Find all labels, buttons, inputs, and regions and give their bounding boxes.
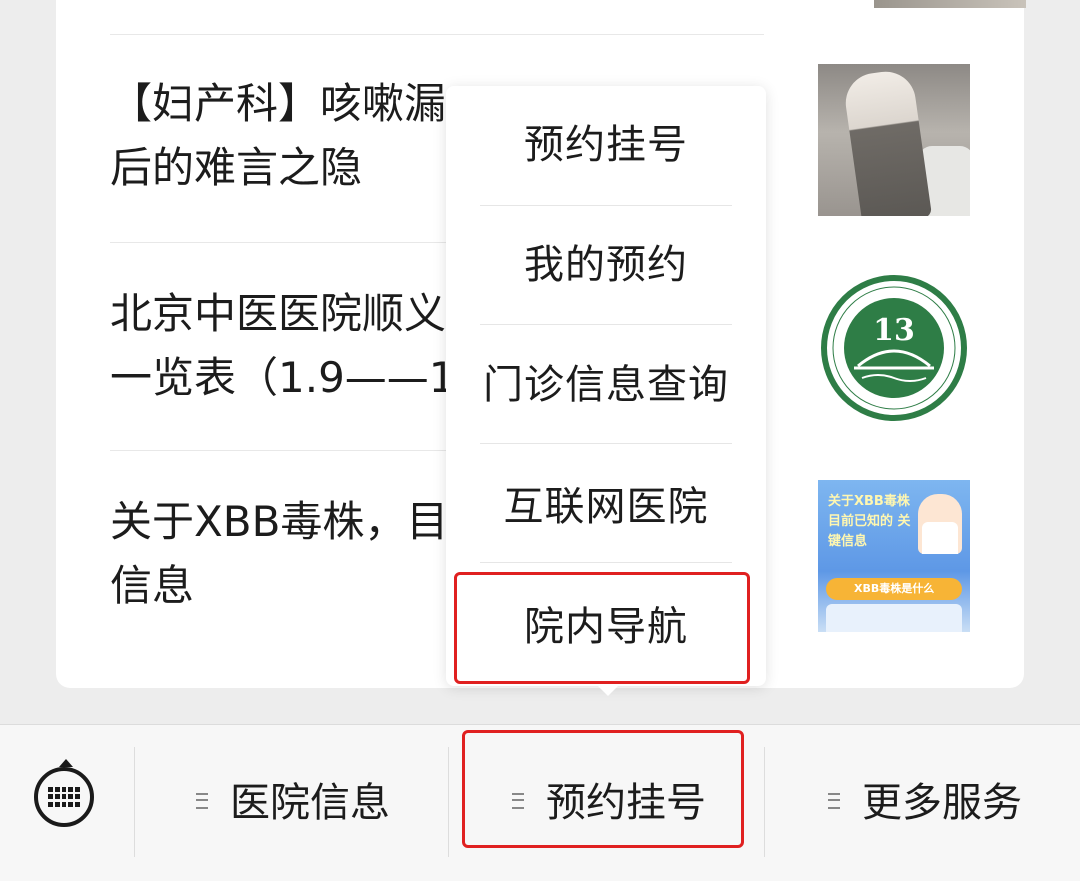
poster-title: 关于XBB毒株 目前已知的 关键信息	[828, 494, 911, 549]
tab-label: 更多服务	[862, 780, 1022, 826]
hospital-logo-thumbnail[interactable]: 13	[818, 272, 970, 424]
menu-item-book-appointment[interactable]: 预约挂号	[446, 86, 766, 204]
highlight-box-appointment-tab	[462, 730, 744, 848]
poster-badge: XBB毒株是什么	[826, 578, 962, 600]
highlight-box-navigation	[454, 572, 750, 684]
menu-separator	[480, 443, 732, 444]
menu-item-clinic-info-query[interactable]: 门诊信息查询	[446, 326, 766, 444]
xbb-poster-thumbnail[interactable]: 关于XBB毒株 目前已知的 关键信息 XBB毒株是什么	[818, 480, 970, 632]
tab-separator	[448, 747, 449, 857]
poster-card	[826, 604, 962, 632]
menu-separator	[480, 324, 732, 325]
keyboard-icon[interactable]	[34, 759, 94, 827]
previous-article-thumbnail[interactable]	[874, 0, 1026, 8]
tab-separator	[764, 747, 765, 857]
tab-hospital-info[interactable]: 医院信息	[196, 725, 390, 881]
hamburger-icon	[196, 793, 208, 809]
menu-separator	[480, 562, 732, 563]
tab-label: 医院信息	[230, 780, 390, 826]
hamburger-icon	[828, 793, 840, 809]
caret-up-icon	[59, 759, 73, 767]
person-figure	[841, 67, 933, 216]
divider	[110, 34, 764, 35]
logo-center-text: 13	[873, 313, 915, 348]
tab-separator	[134, 747, 135, 857]
menu-item-internet-hospital[interactable]: 互联网医院	[446, 448, 766, 566]
tab-more-services[interactable]: 更多服务	[828, 725, 1022, 881]
hospital-logo-icon: 13	[821, 275, 967, 421]
article-thumbnail-photo[interactable]	[818, 64, 970, 216]
menu-item-my-appointments[interactable]: 我的预约	[446, 206, 766, 324]
doctor-illustration	[918, 494, 962, 554]
